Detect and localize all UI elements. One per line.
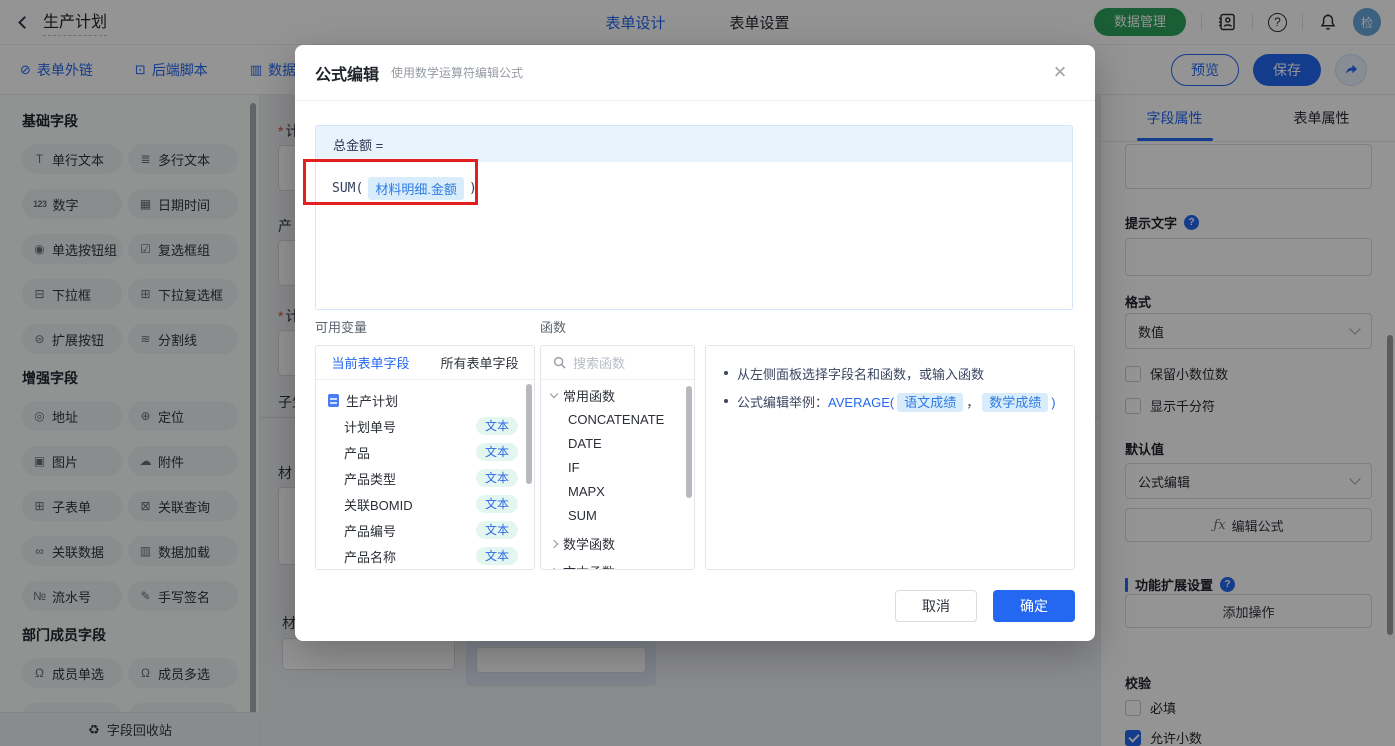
functions-scrollbar[interactable] [686, 386, 692, 498]
function-group-common[interactable]: 常用函数 [541, 383, 694, 408]
field-type-tag: 文本 [475, 469, 518, 487]
field-type-tag: 文本 [475, 443, 518, 461]
functions-label: 函数 [540, 320, 567, 335]
field-type-tag: 文本 [475, 495, 518, 513]
modal-title: 公式编辑 [315, 66, 380, 84]
example-field-tag: 语文成绩 [897, 392, 964, 412]
chevron-right-icon [549, 539, 559, 548]
formula-editor: 总金额 = SUM( 材料明细.金额 ) [315, 125, 1073, 310]
formula-close-paren: ) [468, 181, 477, 196]
close-icon[interactable] [1047, 59, 1073, 85]
form-doc-icon [328, 393, 339, 407]
formula-field-tag[interactable]: 材料明细.金额 [368, 177, 464, 200]
variable-row[interactable]: 产品编号 文本 [316, 517, 534, 543]
field-type-tag: 文本 [475, 417, 518, 435]
variables-root-node[interactable]: 生产计划 [316, 387, 534, 413]
function-group-math[interactable]: 数学函数 [541, 531, 694, 556]
tab-all-form-fields[interactable]: 所有表单字段 [425, 346, 534, 379]
bullet-icon [724, 371, 728, 375]
variable-row[interactable]: 产品 文本 [316, 439, 534, 465]
variables-tabs: 当前表单字段 所有表单字段 [316, 346, 534, 380]
app-screen: 生产计划 表单设计 表单设置 数据管理 检 ⊘ 表单外链 ⊡ 后端脚本 ▥ [0, 0, 1395, 746]
chevron-right-icon [549, 567, 559, 569]
function-item[interactable]: SUM [541, 504, 694, 528]
chevron-down-icon [549, 389, 559, 399]
function-item[interactable]: CONCATENATE [541, 408, 694, 432]
function-item[interactable]: IF [541, 456, 694, 480]
modal-subtitle: 使用数学运算符编辑公式 [391, 66, 524, 80]
function-items: CONCATENATE DATE IF MAPX SUM [541, 408, 694, 528]
modal-header: 公式编辑 使用数学运算符编辑公式 [295, 45, 1095, 101]
formula-target: 总金额 = [316, 126, 1072, 162]
variable-row[interactable]: 产品名称 文本 [316, 543, 534, 569]
variable-row[interactable]: 计划单号 文本 [316, 413, 534, 439]
functions-panel: 搜索函数 常用函数 CONCATENATE DATE IF MAPX SUM 数学函数 … [540, 345, 695, 570]
cancel-button[interactable]: 取消 [895, 590, 977, 622]
example-field-tag: 数学成绩 [982, 392, 1049, 412]
variables-label: 可用变量 [315, 320, 368, 335]
variable-row[interactable]: 产品类型 文本 [316, 465, 534, 491]
search-icon [553, 356, 566, 369]
field-type-tag: 文本 [475, 521, 518, 539]
function-item[interactable]: MAPX [541, 480, 694, 504]
function-group-text[interactable]: 文本函数 [541, 559, 694, 569]
formula-editor-modal: 公式编辑 使用数学运算符编辑公式 总金额 = SUM( 材料明细.金额 ) 可用… [295, 45, 1095, 641]
confirm-button[interactable]: 确定 [993, 590, 1075, 622]
field-type-tag: 文本 [475, 547, 518, 565]
tips-panel: 从左侧面板选择字段名和函数，或输入函数 公式编辑举例：AVERAGE(语文成绩，… [705, 345, 1075, 570]
bullet-icon [724, 399, 728, 403]
tip-line: 从左侧面板选择字段名和函数，或输入函数 [724, 359, 1056, 387]
tab-current-form-fields[interactable]: 当前表单字段 [316, 346, 425, 379]
function-item[interactable]: DATE [541, 432, 694, 456]
function-search-input[interactable]: 搜索函数 [541, 346, 694, 380]
formula-input[interactable]: SUM( 材料明细.金额 ) [316, 162, 1072, 215]
variables-panel: 当前表单字段 所有表单字段 生产计划 计划单号 文本 产品 文本 产品类型 文本… [315, 345, 535, 570]
tip-line: 公式编辑举例：AVERAGE(语文成绩，数学成绩) [724, 387, 1056, 415]
variables-list: 生产计划 计划单号 文本 产品 文本 产品类型 文本 关联BOMID 文本 产品… [316, 380, 534, 569]
variables-scrollbar[interactable] [526, 384, 532, 484]
variable-row[interactable]: 关联BOMID 文本 [316, 491, 534, 517]
formula-function: SUM( [332, 181, 364, 196]
